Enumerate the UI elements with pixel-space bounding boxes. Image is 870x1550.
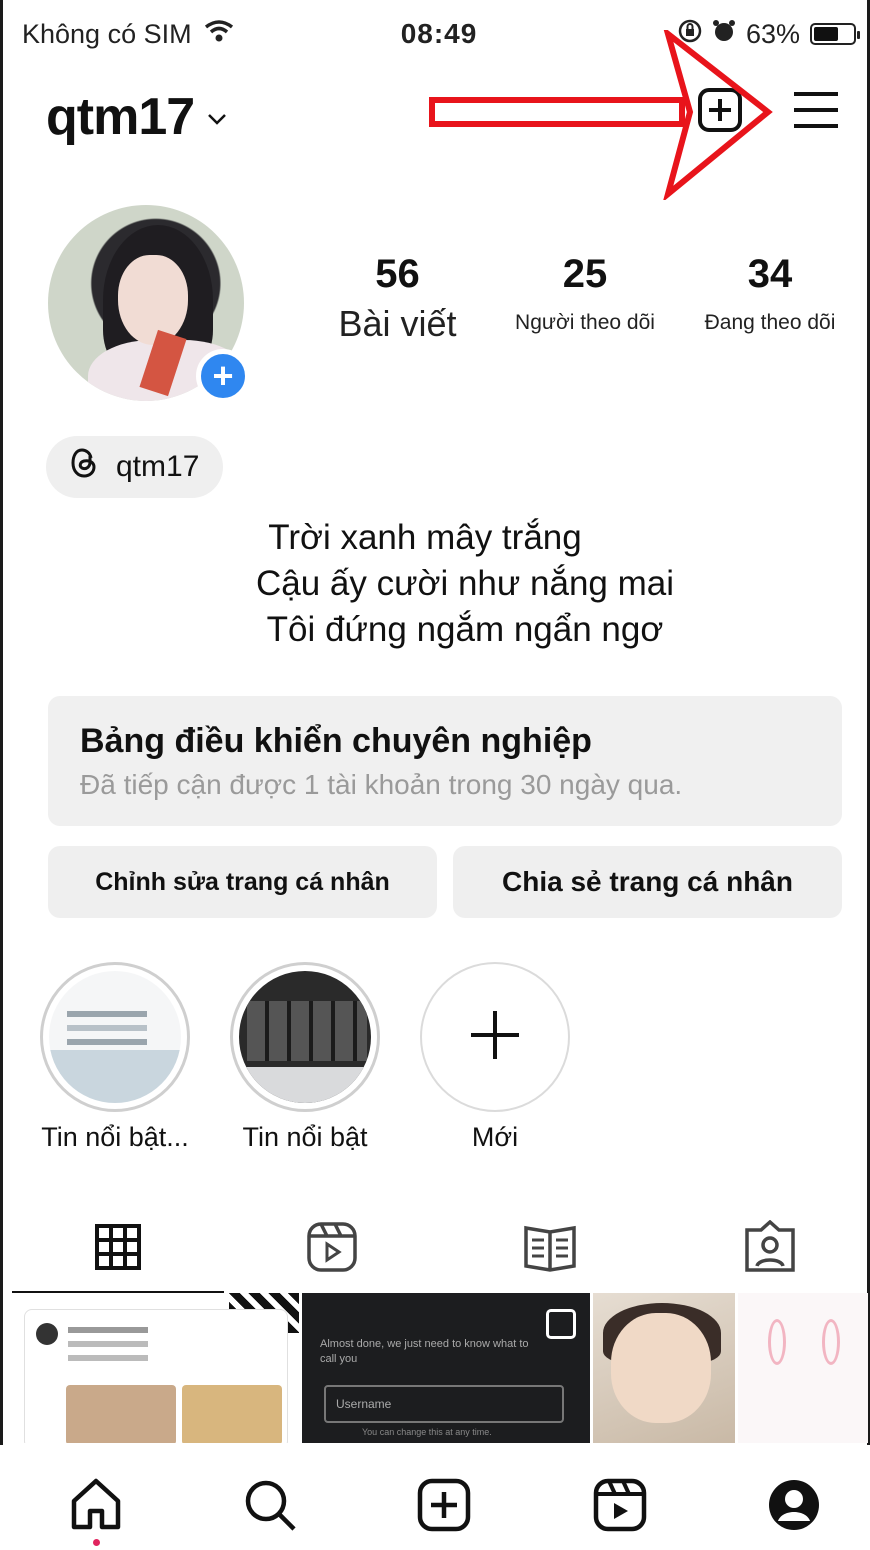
dashboard-title: Bảng điều khiển chuyên nghiệp (80, 722, 592, 760)
new-post-icon[interactable] (414, 1475, 474, 1535)
menu-icon[interactable] (792, 90, 840, 135)
threads-handle: qtm17 (116, 450, 200, 483)
add-story-icon[interactable]: + (196, 349, 250, 403)
highlight-label: Tin nổi bật (242, 1122, 368, 1152)
profile-actions: Chỉnh sửa trang cá nhân Chia sẻ trang cá… (48, 846, 842, 918)
dashboard-subtitle: Đã tiếp cận được 1 tài khoản trong 30 ng… (80, 769, 683, 800)
username-title[interactable]: qtm17 (46, 87, 195, 147)
posts-stat[interactable]: 56 Bài viết (320, 252, 475, 345)
threads-icon (70, 448, 98, 486)
post-text: Almost done, we just need to know what t… (320, 1338, 529, 1365)
home-icon[interactable] (66, 1475, 126, 1535)
highlight-cover (239, 971, 371, 1103)
highlight-cover (49, 971, 181, 1103)
tagged-icon[interactable] (740, 1217, 800, 1277)
profile-icon[interactable] (764, 1475, 824, 1535)
highlight-item[interactable]: Tin nổi bật... (40, 962, 190, 1153)
followers-count: 25 (562, 252, 608, 296)
threads-badge[interactable]: qtm17 (46, 436, 224, 498)
post-hint: You can change this at any time. (362, 1427, 492, 1437)
bio-line: Tôi đứng ngắm ngẩn ngơ (266, 610, 664, 649)
grid-icon[interactable] (88, 1217, 148, 1277)
bio-line: Cậu ấy cười như nắng mai (255, 564, 675, 603)
battery-icon (810, 23, 860, 45)
multi-post-icon (546, 1309, 576, 1339)
chevron-down-icon[interactable] (206, 112, 228, 131)
orientation-lock-icon (678, 19, 702, 50)
profile-stats: 56 Bài viết 25 Người theo dõi 34 Đang th… (320, 252, 860, 345)
posts-count: 56 (375, 252, 420, 296)
highlight-label: Tin nổi bật... (41, 1122, 189, 1152)
highlight-label: Mới (471, 1122, 519, 1152)
following-count: 34 (747, 252, 793, 296)
followers-stat[interactable]: 25 Người theo dõi (490, 252, 680, 345)
post-field-label: Username (336, 1397, 392, 1411)
guides-icon[interactable] (520, 1217, 580, 1277)
highlight-item[interactable]: Tin nổi bật (230, 962, 380, 1153)
profile-header: qtm17 (46, 82, 840, 152)
profile-bio: Trời xanh mây trắng Cậu ấy cười như nắng… (0, 515, 870, 653)
create-post-icon[interactable] (696, 86, 744, 139)
share-profile-button[interactable]: Chia sẻ trang cá nhân (453, 846, 842, 918)
following-label: Đang theo dõi (704, 311, 836, 334)
followers-label: Người theo dõi (515, 311, 655, 334)
professional-dashboard[interactable]: Bảng điều khiển chuyên nghiệp Đã tiếp cậ… (48, 696, 842, 826)
profile-tabs (0, 1205, 870, 1295)
following-stat[interactable]: 34 Đang theo dõi (680, 252, 860, 345)
edit-profile-button[interactable]: Chỉnh sửa trang cá nhân (48, 846, 437, 918)
bio-line: Trời xanh mây trắng (268, 518, 582, 557)
post-thumbnail[interactable] (738, 1293, 868, 1443)
alarm-icon (712, 19, 736, 50)
plus-icon (467, 1007, 523, 1068)
reels-icon[interactable] (302, 1217, 362, 1277)
posts-label: Bài viết (338, 303, 457, 344)
bottom-nav (0, 1445, 870, 1550)
new-highlight-button[interactable]: Mới (420, 962, 570, 1153)
post-thumbnail[interactable] (10, 1293, 299, 1443)
search-icon[interactable] (240, 1475, 300, 1535)
status-bar: Không có SIM 08:49 63% (22, 14, 860, 54)
post-thumbnail[interactable] (593, 1293, 735, 1443)
clock: 08:49 (400, 18, 478, 49)
carrier-label: Không có SIM (22, 18, 192, 49)
wifi-icon (204, 19, 234, 50)
reels-nav-icon[interactable] (590, 1475, 650, 1535)
notification-dot (93, 1539, 100, 1546)
post-grid: Almost done, we just need to know what t… (10, 1293, 870, 1443)
profile-avatar[interactable]: + (48, 205, 250, 403)
battery-percent: 63% (745, 18, 800, 49)
post-thumbnail[interactable]: Almost done, we just need to know what t… (302, 1293, 590, 1443)
story-highlights: Tin nổi bật... Tin nổi bật Mới (40, 962, 570, 1153)
